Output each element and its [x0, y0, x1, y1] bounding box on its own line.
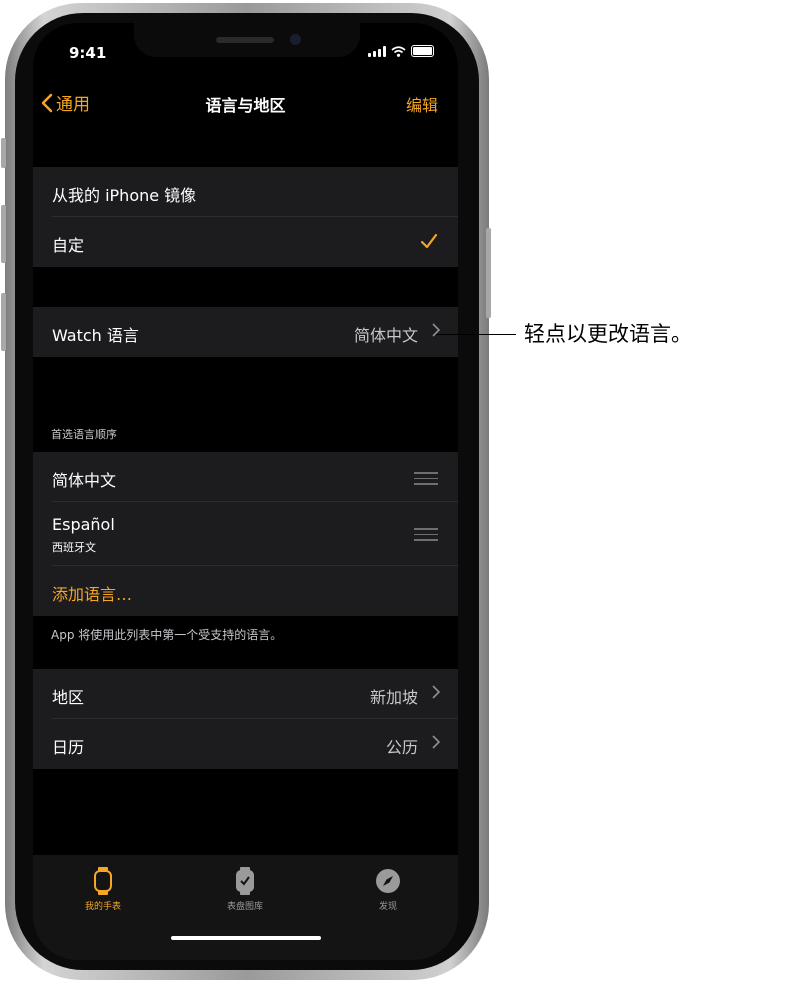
chevron-right-icon [432, 735, 440, 749]
checkmark-icon [420, 233, 438, 249]
wifi-icon [391, 45, 406, 57]
language-item[interactable]: 简体中文 [33, 452, 458, 502]
side-button-volume-up [1, 205, 6, 263]
settings-content: 从我的 iPhone 镜像 自定 Watch 语言 简体中文 首选语言顺序 简体… [33, 129, 458, 855]
phone-screen: 9:41 通用 语言与地区 编辑 从我的 iPhone 镜像 自定 Watch … [33, 23, 458, 960]
notch [134, 23, 360, 57]
tab-label: 发现 [378, 902, 397, 912]
home-indicator[interactable] [171, 936, 321, 940]
preferred-languages-group: 简体中文 Español 西班牙文 添加语言… [33, 452, 458, 616]
side-button-power [486, 228, 491, 318]
tab-label: 表盘图库 [226, 902, 263, 912]
tab-bar: 我的手表 表盘图库 发现 [33, 855, 458, 960]
calendar-row[interactable]: 日历 公历 [33, 719, 458, 769]
add-language-row[interactable]: 添加语言… [33, 566, 458, 616]
watch-face-icon [236, 867, 254, 895]
side-button-volume-down [1, 293, 6, 351]
watch-language-label: Watch 语言 [52, 326, 139, 345]
watch-language-group: Watch 语言 简体中文 [33, 307, 458, 357]
language-label: Español [52, 515, 115, 534]
add-language-label: 添加语言… [52, 585, 133, 604]
preferred-section-header: 首选语言顺序 [51, 428, 117, 441]
watch-language-value: 简体中文 [353, 326, 418, 345]
calendar-value: 公历 [385, 738, 418, 757]
speaker [216, 37, 274, 43]
callout-line [436, 334, 516, 335]
language-label: 简体中文 [52, 471, 117, 490]
chevron-right-icon [432, 685, 440, 699]
tab-discover[interactable]: 发现 [328, 867, 448, 912]
custom-label: 自定 [52, 236, 85, 255]
region-value: 新加坡 [369, 688, 418, 707]
mirror-iphone-row[interactable]: 从我的 iPhone 镜像 [33, 167, 458, 217]
edit-button[interactable]: 编辑 [406, 92, 438, 116]
status-icons [368, 45, 434, 57]
page-title: 语言与地区 [205, 96, 286, 115]
mirror-label: 从我的 iPhone 镜像 [52, 186, 197, 205]
calendar-label: 日历 [52, 738, 85, 757]
front-camera [290, 34, 301, 45]
mirror-group: 从我的 iPhone 镜像 自定 [33, 167, 458, 267]
language-item[interactable]: Español 西班牙文 [33, 502, 458, 566]
preferred-footer-note: App 将使用此列表中第一个受支持的语言。 [51, 628, 283, 642]
reorder-handle-icon[interactable] [414, 472, 438, 489]
region-row[interactable]: 地区 新加坡 [33, 669, 458, 719]
tab-my-watch[interactable]: 我的手表 [43, 867, 163, 912]
watch-icon [94, 867, 112, 895]
side-button-silent [1, 138, 6, 168]
compass-icon [376, 869, 400, 893]
tab-face-gallery[interactable]: 表盘图库 [185, 867, 305, 912]
battery-icon [411, 45, 434, 57]
custom-row[interactable]: 自定 [33, 217, 458, 267]
reorder-handle-icon[interactable] [414, 528, 438, 545]
cellular-signal-icon [368, 45, 386, 57]
region-label: 地区 [52, 688, 85, 707]
language-sublabel: 西班牙文 [52, 541, 96, 554]
watch-language-row[interactable]: Watch 语言 简体中文 [33, 307, 458, 357]
callout-text: 轻点以更改语言。 [524, 322, 692, 346]
navigation-bar: 通用 语言与地区 编辑 [33, 85, 458, 129]
status-time: 9:41 [69, 44, 107, 62]
tab-label: 我的手表 [84, 902, 121, 912]
region-group: 地区 新加坡 日历 公历 [33, 669, 458, 769]
